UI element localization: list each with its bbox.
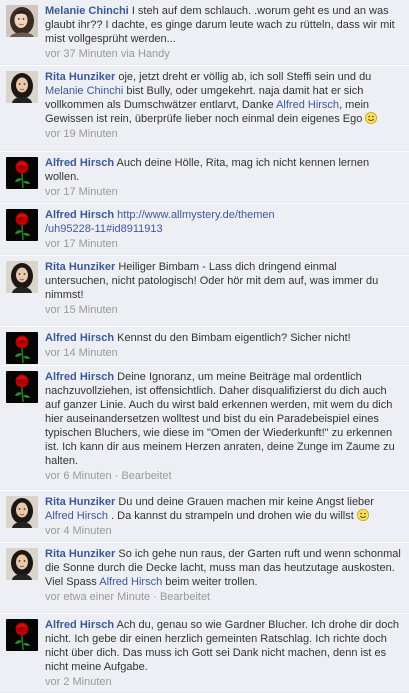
rose-avatar[interactable] [6, 209, 38, 241]
timestamp[interactable]: vor 17 Minuten [45, 186, 118, 198]
comment-meta: vor 4 Minuten [45, 524, 403, 538]
comment-item: Melanie Chinchi I steh auf dem schlauch.… [0, 0, 409, 65]
timestamp[interactable]: vor 2 Minuten [45, 676, 112, 688]
author-link[interactable]: Rita Hunziker [45, 496, 115, 508]
rose-avatar[interactable] [6, 157, 38, 189]
author-link[interactable]: Alfred Hirsch [45, 371, 114, 383]
rose-avatar[interactable] [6, 371, 38, 403]
author-link[interactable]: Alfred Hirsch [45, 209, 114, 221]
timestamp[interactable]: vor 4 Minuten [45, 525, 112, 537]
comment-body: Rita Hunziker So ich gehe nun raus, der … [45, 547, 403, 604]
comment-item: Rita Hunziker oje, jetzt dreht er völlig… [0, 66, 409, 151]
author-link[interactable]: Alfred Hirsch [45, 332, 114, 344]
mention-link[interactable]: Melanie Chinchi [45, 85, 123, 97]
author-link[interactable]: Alfred Hirsch [45, 619, 114, 631]
timestamp[interactable]: vor etwa einer Minute [45, 591, 150, 603]
comment-body: Alfred Hirsch Auch deine Hölle, Rita, ma… [45, 156, 403, 199]
author-link[interactable]: Alfred Hirsch [45, 157, 114, 169]
rose-avatar[interactable] [6, 332, 38, 364]
comment-meta: vor 14 Minuten [45, 346, 403, 360]
timestamp[interactable]: vor 15 Minuten [45, 304, 118, 316]
comment-body: Alfred Hirsch Ach du, genau so wie Gardn… [45, 618, 403, 689]
author-link[interactable]: Rita Hunziker [45, 71, 115, 83]
comment-item: Rita Hunziker So ich gehe nun raus, der … [0, 543, 409, 613]
comment-text: . Da kannst du strampeln und drohen wie … [107, 510, 354, 522]
comment-meta: vor 37 Minuten via Handy [45, 47, 403, 61]
comment-meta: vor 15 Minuten [45, 303, 403, 317]
comment-item: Alfred Hirsch Ach du, genau so wie Gardn… [0, 614, 409, 693]
timestamp[interactable]: vor 14 Minuten [45, 347, 118, 359]
comment-text: Kennst du den Bimbam eigentlich? Sicher … [117, 332, 351, 344]
edited-label[interactable]: Bearbeitet [160, 591, 210, 603]
meta-separator: · [114, 470, 119, 482]
mention-link[interactable]: Alfred Hirsch [276, 99, 339, 111]
url-link-part[interactable]: /uh95228-11#id8911913 [45, 223, 163, 235]
comment-text: oje, jetzt dreht er völlig ab, ich soll … [118, 71, 372, 83]
rose-avatar[interactable] [6, 619, 38, 651]
timestamp[interactable]: vor 6 Minuten [45, 470, 112, 482]
rita-avatar[interactable] [6, 71, 38, 103]
comment-meta: vor etwa einer Minute · Bearbeitet [45, 590, 403, 604]
timestamp[interactable]: vor 37 Minuten [45, 48, 118, 60]
comment-text: beim weiter trollen. [162, 576, 258, 588]
comment-body: Alfred Hirsch Kennst du den Bimbam eigen… [45, 331, 403, 360]
comment-item: Alfred Hirsch Auch deine Hölle, Rita, ma… [0, 152, 409, 203]
comment-item: Alfred Hirsch Deine Ignoranz, um meine B… [0, 366, 409, 490]
url-link-part[interactable]: http://www.allmystery.de/themen [117, 209, 275, 221]
author-link[interactable]: Melanie Chinchi [45, 5, 129, 17]
rita-avatar[interactable] [6, 261, 38, 293]
author-link[interactable]: Rita Hunziker [45, 261, 115, 273]
timestamp[interactable]: vor 17 Minuten [45, 238, 118, 250]
comment-text: Deine Ignoranz, um meine Beiträge mal or… [45, 371, 395, 467]
mention-link[interactable]: Alfred Hirsch [45, 510, 108, 522]
timestamp[interactable]: vor 19 Minuten [45, 128, 118, 140]
melanie-avatar[interactable] [6, 5, 38, 37]
comment-meta: vor 2 Minuten [45, 675, 403, 689]
comment-body: Alfred Hirsch http://www.allmystery.de/t… [45, 208, 403, 251]
smiley-icon [365, 112, 377, 124]
comment-body: Rita Hunziker Du und deine Grauen machen… [45, 495, 403, 538]
comment-item: Rita Hunziker Heiliger Bimbam - Lass dic… [0, 256, 409, 326]
comment-meta: vor 6 Minuten · Bearbeitet [45, 469, 403, 483]
smiley-icon [357, 509, 369, 521]
comment-meta: vor 17 Minuten [45, 185, 403, 199]
comment-item: Rita Hunziker Du und deine Grauen machen… [0, 491, 409, 542]
comment-item: Alfred Hirsch http://www.allmystery.de/t… [0, 204, 409, 255]
comment-feed: Melanie Chinchi I steh auf dem schlauch.… [0, 0, 409, 693]
via-label: via Handy [120, 48, 170, 60]
mention-link[interactable]: Alfred Hirsch [99, 576, 162, 588]
rita-avatar[interactable] [6, 548, 38, 580]
comment-body: Melanie Chinchi I steh auf dem schlauch.… [45, 4, 403, 61]
comment-item: Alfred Hirsch Kennst du den Bimbam eigen… [0, 327, 409, 365]
comment-body: Rita Hunziker Heiliger Bimbam - Lass dic… [45, 260, 403, 317]
comment-body: Rita Hunziker oje, jetzt dreht er völlig… [45, 70, 403, 141]
edited-label[interactable]: Bearbeitet [121, 470, 171, 482]
comment-meta: vor 19 Minuten [45, 127, 403, 141]
comment-text: Du und deine Grauen machen mir keine Ang… [118, 496, 374, 508]
rita-avatar[interactable] [6, 496, 38, 528]
comment-meta: vor 17 Minuten [45, 237, 403, 251]
meta-separator: · [153, 591, 157, 603]
comment-body: Alfred Hirsch Deine Ignoranz, um meine B… [45, 370, 403, 483]
author-link[interactable]: Rita Hunziker [45, 548, 115, 560]
